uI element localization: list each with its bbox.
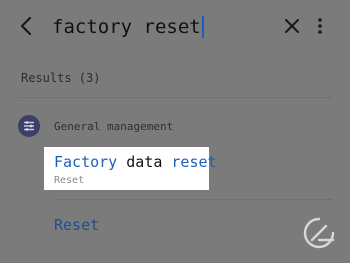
back-arrow-icon (20, 16, 32, 36)
divider (18, 97, 332, 98)
divider (54, 199, 332, 200)
results-count: Results (3) (21, 71, 101, 85)
close-icon (285, 19, 299, 33)
more-vertical-icon (318, 18, 322, 34)
search-query-word1: factory (52, 16, 133, 38)
gadget-logo-icon (303, 217, 335, 249)
text-caret (201, 16, 204, 38)
category-label: General management (54, 119, 174, 133)
back-button[interactable] (14, 12, 38, 40)
result-subtitle: Reset (54, 175, 85, 186)
result-reset[interactable]: Reset (54, 216, 99, 234)
result-title-middle: data (117, 153, 172, 171)
category-header: General management (18, 114, 173, 138)
result-factory-data-reset[interactable]: Factory data reset Reset (44, 147, 217, 190)
search-query-word2: reset (132, 16, 201, 38)
result-title-match1: Factory (54, 153, 118, 171)
more-options-button[interactable] (310, 14, 330, 38)
search-input[interactable]: factory reset (52, 13, 204, 41)
clear-search-button[interactable] (280, 14, 304, 38)
result-title-match2: reset (171, 153, 217, 171)
search-bar: factory reset (0, 0, 350, 52)
sliders-icon (18, 115, 40, 137)
settings-search-screen: factory reset Results (3) General manage… (0, 0, 350, 263)
result-title: Factory data reset (54, 153, 217, 171)
